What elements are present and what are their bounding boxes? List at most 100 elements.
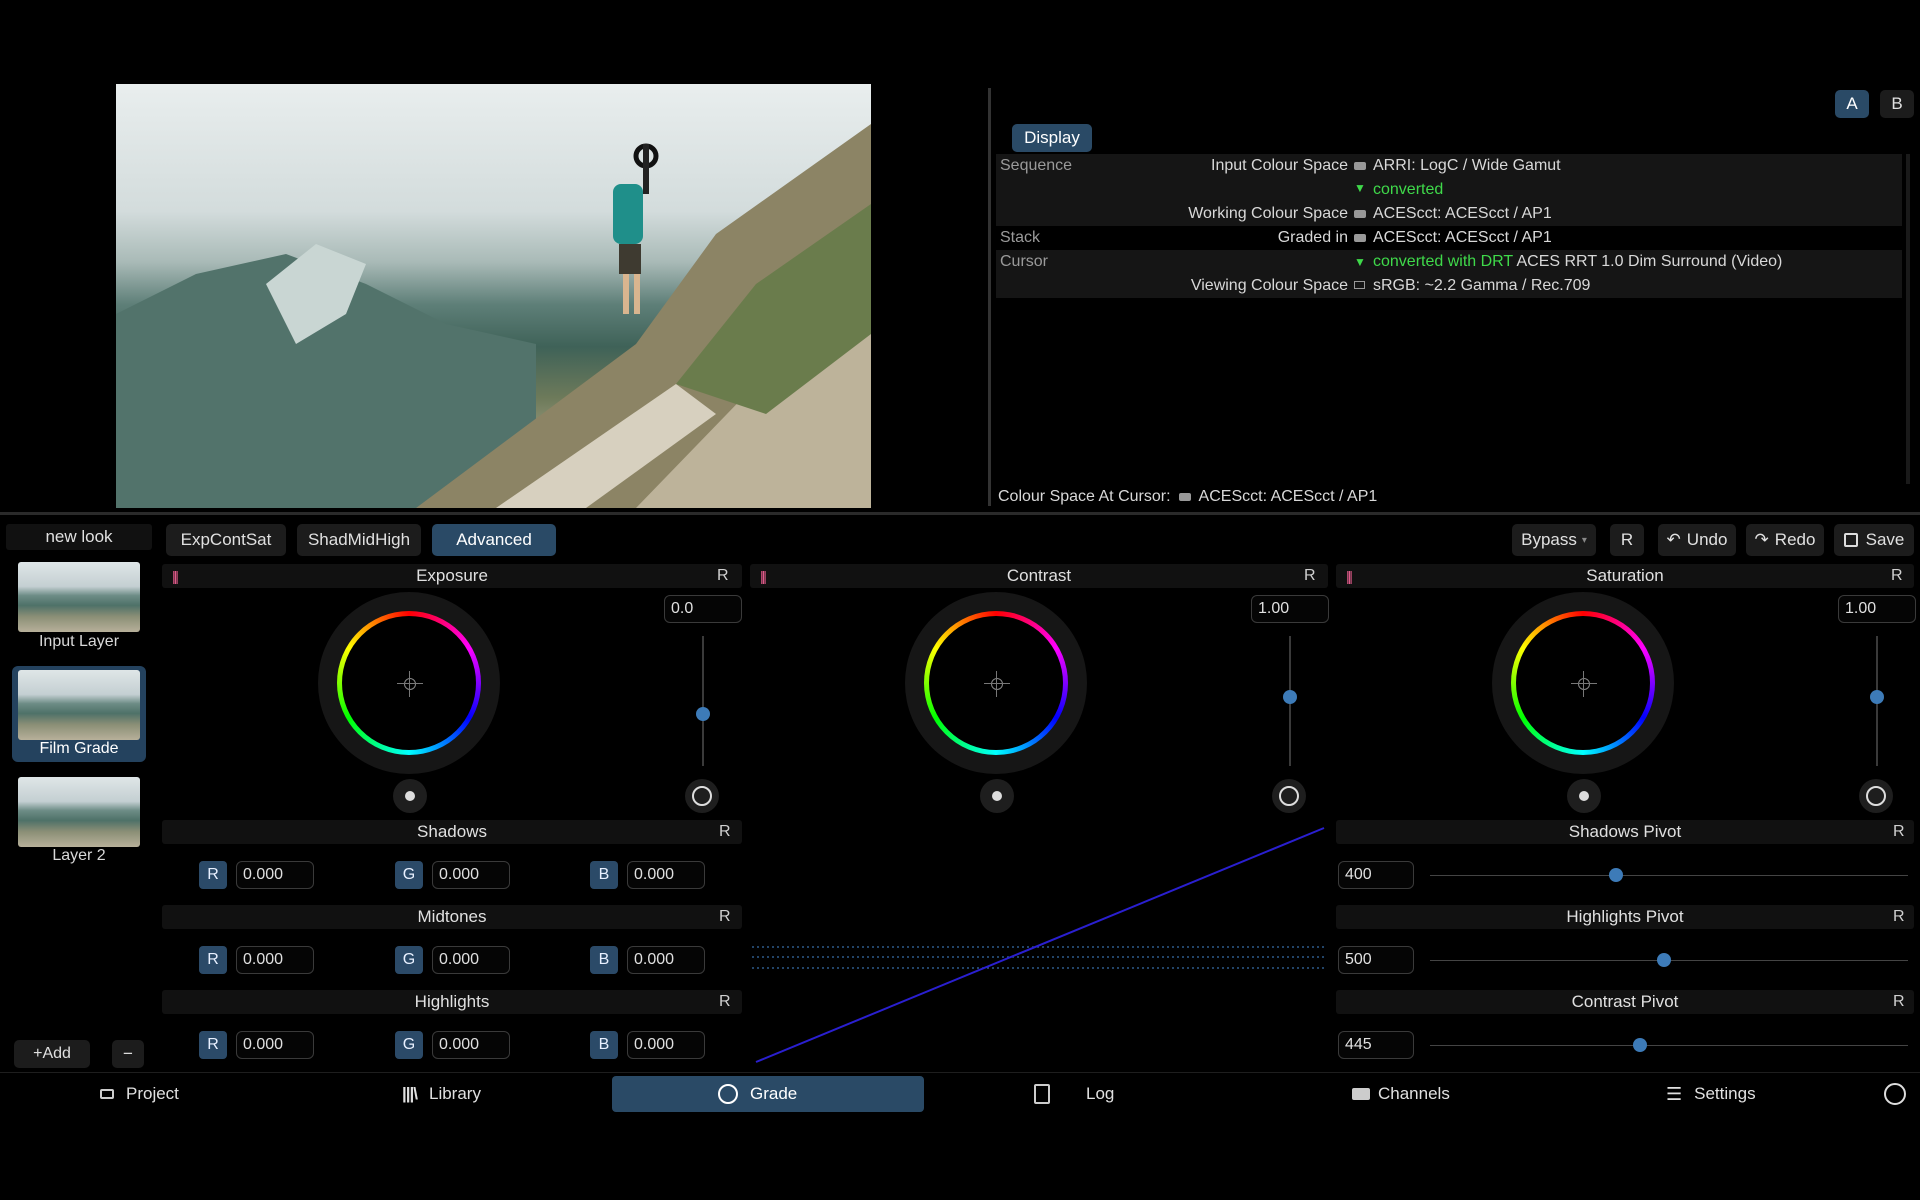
saturation-color-wheel[interactable]: [1492, 592, 1674, 774]
shadows-pivot-knob[interactable]: [1609, 868, 1624, 882]
shadows-b-field[interactable]: 0.000: [627, 861, 705, 889]
crosshair-icon: [984, 671, 1010, 697]
undo-button[interactable]: ↶ Undo: [1658, 524, 1736, 556]
working-colour-space-label: Working Colour Space: [1188, 205, 1348, 222]
exposure-slider-knob[interactable]: [696, 707, 710, 721]
graded-in-value[interactable]: ACEScct: ACEScct / AP1: [1373, 229, 1552, 247]
input-colour-space-value[interactable]: ARRI: LogC / Wide Gamut: [1373, 157, 1561, 175]
redo-button[interactable]: ↷ Redo: [1746, 524, 1824, 556]
tab-shadmidhigh[interactable]: ShadMidHigh: [297, 524, 421, 556]
contrast-pivot-field[interactable]: 445: [1338, 1031, 1414, 1059]
look-name[interactable]: new look: [6, 524, 152, 550]
drt-prefix: converted with DRT: [1373, 253, 1513, 270]
scrollbar[interactable]: [1906, 154, 1910, 484]
highlights-r-field[interactable]: 0.000: [236, 1031, 314, 1059]
mixer-icon[interactable]: |||: [172, 568, 179, 584]
nav-grade[interactable]: Grade: [718, 1076, 797, 1112]
exposure-reset-button[interactable]: R: [717, 567, 729, 585]
section-label-cursor: Cursor: [1000, 253, 1049, 270]
contrast-slider-toggle[interactable]: [1272, 779, 1306, 813]
exposure-value-field[interactable]: 0.0: [664, 595, 742, 623]
shadows-g-field[interactable]: 0.000: [432, 861, 510, 889]
remove-layer-button[interactable]: −: [112, 1040, 144, 1068]
nav-label: Channels: [1378, 1084, 1450, 1103]
viewing-colour-space-value[interactable]: sRGB: ~2.2 Gamma / Rec.709: [1373, 277, 1590, 295]
drt-status: converted with DRT ACES RRT 1.0 Dim Surr…: [1373, 253, 1782, 271]
layer-thumbnail-film-grade[interactable]: [18, 670, 140, 740]
drt-value[interactable]: ACES RRT 1.0 Dim Surround (Video): [1516, 253, 1782, 270]
highlights-pivot-field[interactable]: 500: [1338, 946, 1414, 974]
contrast-slider-knob[interactable]: [1283, 690, 1297, 705]
contrast-pivot-track[interactable]: [1430, 1045, 1908, 1046]
save-button[interactable]: Save: [1834, 524, 1914, 556]
midtones-r-field[interactable]: 0.000: [236, 946, 314, 974]
contrast-wheel-toggle[interactable]: [980, 779, 1014, 813]
shadows-reset-button[interactable]: R: [719, 823, 731, 841]
nav-log[interactable]: Log: [1034, 1076, 1114, 1112]
nav-channels[interactable]: Channels: [1352, 1076, 1450, 1112]
panel-separator[interactable]: [0, 512, 1920, 515]
save-label: Save: [1865, 530, 1905, 549]
shadows-r-field[interactable]: 0.000: [236, 861, 314, 889]
tab-display[interactable]: Display: [1012, 124, 1092, 152]
shadows-pivot-track[interactable]: [1430, 875, 1908, 876]
highlights-g-field[interactable]: 0.000: [432, 1031, 510, 1059]
highlights-pivot-knob[interactable]: [1657, 953, 1672, 967]
contrast-pivot-knob[interactable]: [1633, 1038, 1648, 1052]
panel-divider[interactable]: [988, 88, 991, 506]
tab-expcontsat[interactable]: ExpContSat: [166, 524, 286, 556]
highlights-pivot-reset-button[interactable]: R: [1893, 908, 1905, 926]
midtones-g-field[interactable]: 0.000: [432, 946, 510, 974]
contrast-title: Contrast: [1006, 566, 1072, 585]
exposure-slider-track[interactable]: [702, 636, 704, 766]
compare-a-button[interactable]: A: [1835, 90, 1869, 118]
tab-advanced[interactable]: Advanced: [432, 524, 556, 556]
layer-thumbnail-layer-2[interactable]: [18, 777, 140, 847]
highlights-b-field[interactable]: 0.000: [627, 1031, 705, 1059]
highlights-r-chip: R: [199, 1031, 227, 1059]
undo-icon: ↶: [1666, 530, 1681, 549]
exposure-wheel-toggle[interactable]: [393, 779, 427, 813]
reset-all-button[interactable]: R: [1610, 524, 1644, 556]
contrast-value-field[interactable]: 1.00: [1251, 595, 1329, 623]
mixer-icon[interactable]: |||: [1346, 568, 1353, 584]
contrast-color-wheel[interactable]: [905, 592, 1087, 774]
exposure-color-wheel[interactable]: [318, 592, 500, 774]
nav-settings[interactable]: ☰ Settings: [1666, 1076, 1756, 1112]
midtones-b-field[interactable]: 0.000: [627, 946, 705, 974]
nav-library[interactable]: |||\ Library: [402, 1076, 481, 1112]
bottom-nav-divider: [0, 1072, 1920, 1073]
midtones-reset-button[interactable]: R: [719, 908, 731, 926]
contrast-reset-button[interactable]: R: [1304, 567, 1316, 585]
compare-b-button[interactable]: B: [1880, 90, 1914, 118]
bypass-dropdown[interactable]: Bypass ▾: [1512, 524, 1596, 556]
hue-ring: [337, 611, 481, 755]
working-colour-space-value[interactable]: ACEScct: ACEScct / AP1: [1373, 205, 1552, 223]
add-layer-button[interactable]: +Add: [14, 1040, 90, 1068]
saturation-reset-button[interactable]: R: [1891, 567, 1903, 585]
graded-in-label: Graded in: [1277, 229, 1348, 246]
cursor-colour-space: Colour Space At Cursor: ACEScct: ACEScct…: [998, 488, 1377, 506]
nav-project[interactable]: Project: [100, 1076, 179, 1112]
power-icon[interactable]: [1884, 1083, 1906, 1105]
cursor-colour-space-label: Colour Space At Cursor:: [998, 488, 1171, 505]
saturation-slider-toggle[interactable]: [1859, 779, 1893, 813]
layer-label: Film Grade: [39, 740, 119, 757]
midtones-header: Midtones: [162, 905, 742, 929]
viewer-image[interactable]: [116, 84, 871, 508]
saturation-slider-knob[interactable]: [1870, 690, 1884, 705]
saturation-title: Saturation: [1586, 566, 1664, 585]
shadows-pivot-reset-button[interactable]: R: [1893, 823, 1905, 841]
contrast-curve-graph[interactable]: [752, 820, 1332, 1070]
highlights-reset-button[interactable]: R: [719, 993, 731, 1011]
undo-label: Undo: [1686, 530, 1728, 549]
library-icon: |||\: [402, 1084, 418, 1103]
mixer-icon[interactable]: |||: [760, 568, 767, 584]
shadows-pivot-field[interactable]: 400: [1338, 861, 1414, 889]
saturation-wheel-toggle[interactable]: [1567, 779, 1601, 813]
exposure-slider-toggle[interactable]: [685, 779, 719, 813]
info-row: [996, 178, 1902, 202]
layer-thumbnail-input[interactable]: [18, 562, 140, 632]
contrast-pivot-reset-button[interactable]: R: [1893, 993, 1905, 1011]
saturation-value-field[interactable]: 1.00: [1838, 595, 1916, 623]
